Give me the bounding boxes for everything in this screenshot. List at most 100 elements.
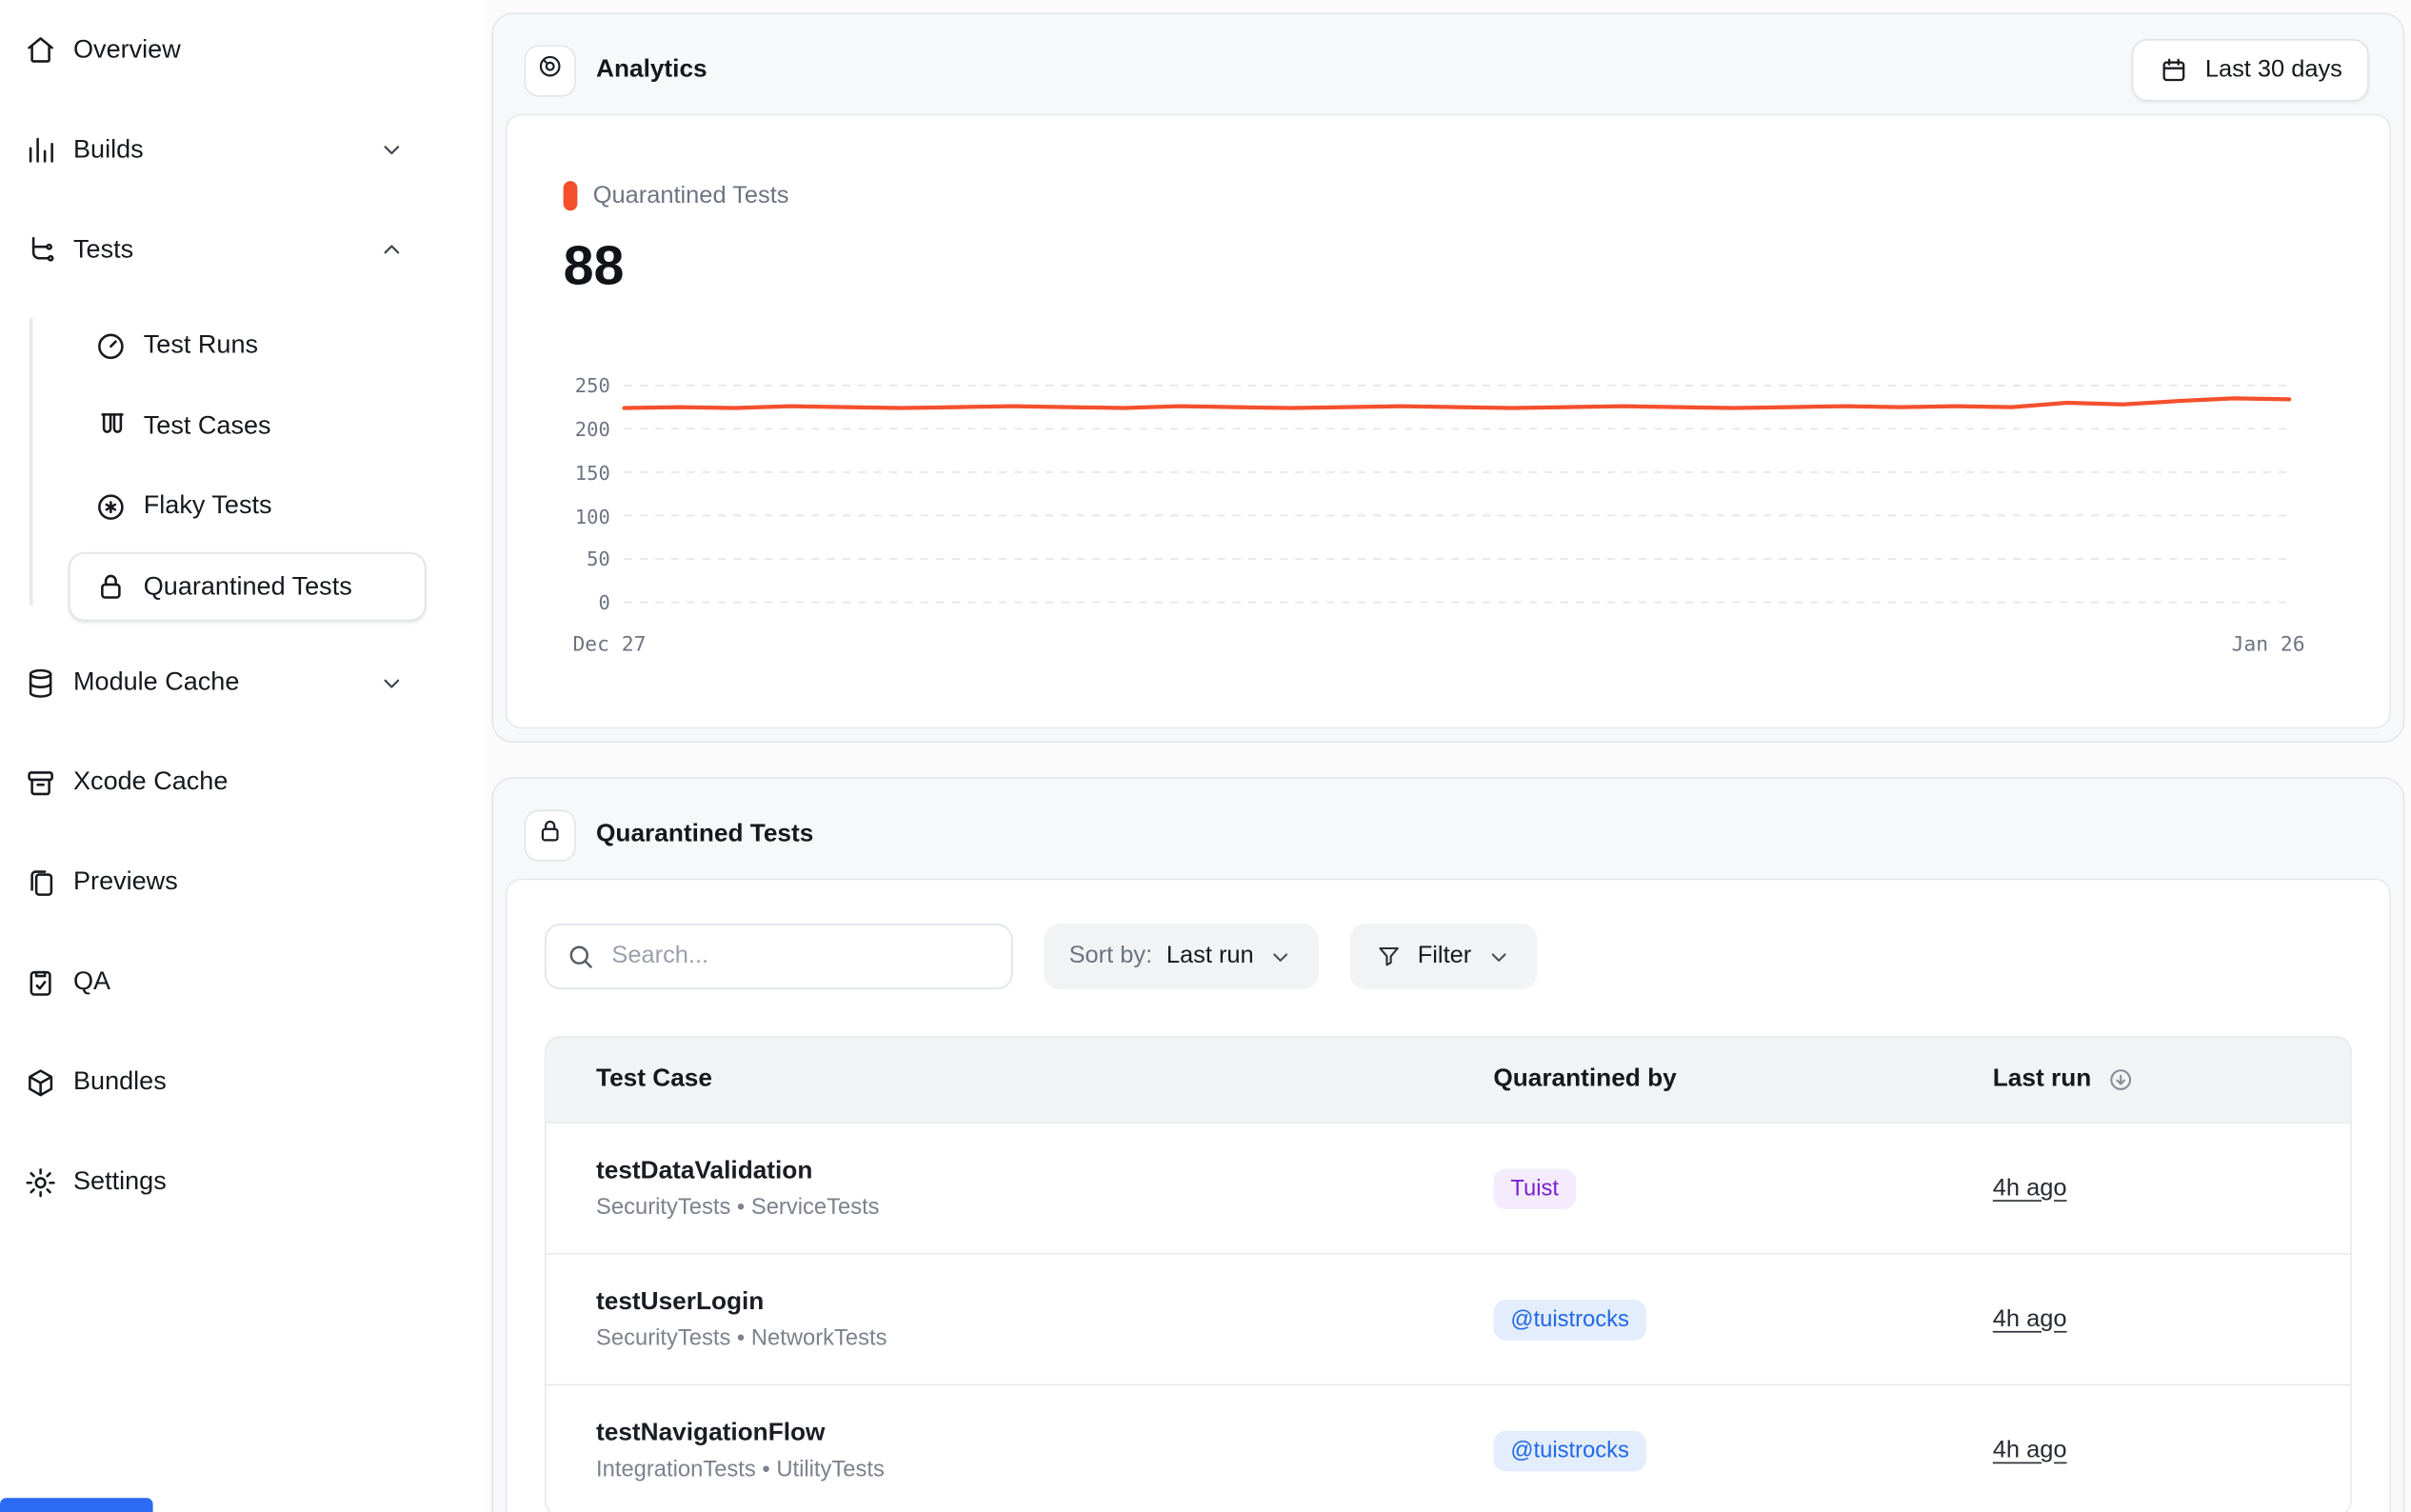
table-row[interactable]: testNavigationFlowIntegrationTests • Uti…: [547, 1384, 2350, 1512]
cell-last-run: 4h ago: [1943, 1305, 2350, 1333]
filter-button[interactable]: Filter: [1350, 924, 1537, 989]
home-icon: [22, 31, 59, 69]
column-quarantined-by[interactable]: Quarantined by: [1444, 1065, 1943, 1093]
last-run-link[interactable]: 4h ago: [1993, 1174, 2067, 1201]
analytics-icon: [535, 51, 565, 89]
sidebar-item-label: Overview: [73, 35, 406, 65]
sidebar-item-label: Quarantined Tests: [144, 572, 425, 602]
gauge-icon: [92, 327, 130, 364]
quarantined-panel: Sort by: Last run Filter Test Case Quara…: [506, 879, 2391, 1512]
date-range-button[interactable]: Last 30 days: [2132, 39, 2369, 102]
y-tick-label: 50: [587, 547, 610, 571]
cell-last-run: 4h ago: [1943, 1174, 2350, 1202]
quarantined-card-header: Quarantined Tests: [506, 791, 2391, 879]
sort-descending-icon: [2107, 1065, 2135, 1093]
sidebar-item-test-runs[interactable]: Test Runs: [69, 311, 426, 380]
sidebar-item-qa[interactable]: QA: [0, 932, 484, 1032]
legend-marker: [564, 181, 578, 210]
search-icon: [565, 941, 596, 972]
chart-y-axis: 250200150100500: [564, 386, 610, 603]
analytics-card-header: Analytics Last 30 days: [506, 27, 2391, 114]
sort-by-button[interactable]: Sort by: Last run: [1044, 924, 1319, 989]
sidebar-item-tests[interactable]: Tests: [0, 200, 484, 300]
last-run-link[interactable]: 4h ago: [1993, 1437, 2067, 1463]
analytics-panel: Quarantined Tests 88 250200150100500 Dec…: [506, 114, 2391, 729]
chart-grid: [625, 386, 2290, 603]
table-row[interactable]: testDataValidationSecurityTests • Servic…: [547, 1122, 2350, 1253]
archive-icon: [22, 764, 59, 801]
column-last-run[interactable]: Last run: [1943, 1065, 2350, 1093]
y-tick-label: 250: [575, 374, 610, 398]
cell-test-case: testDataValidationSecurityTests • Servic…: [547, 1157, 1444, 1220]
cell-quarantined-by: @tuistrocks: [1444, 1299, 1943, 1340]
analytics-card: Analytics Last 30 days Quarantined Tests…: [491, 12, 2404, 743]
test-case-name: testNavigationFlow: [596, 1420, 1444, 1447]
chevron-down-icon: [378, 136, 406, 164]
sidebar-item-bundles[interactable]: Bundles: [0, 1032, 484, 1132]
last-run-link[interactable]: 4h ago: [1993, 1305, 2067, 1332]
filter-label: Filter: [1418, 943, 1471, 970]
chart-line: [625, 399, 2290, 408]
chart-x-axis: Dec 27 Jan 26: [572, 634, 2304, 658]
quarantined-card-title: Quarantined Tests: [596, 821, 813, 848]
filter-icon: [1376, 943, 1404, 970]
test-case-name: testUserLogin: [596, 1288, 1444, 1316]
chevron-down-icon: [378, 668, 406, 696]
chevron-down-icon: [1267, 944, 1294, 970]
quarantined-tests-card: Quarantined Tests Sort by: Last run: [491, 777, 2404, 1512]
cell-test-case: testNavigationFlowIntegrationTests • Uti…: [547, 1420, 1444, 1482]
sidebar-item-builds[interactable]: Builds: [0, 100, 484, 200]
analytics-card-title: Analytics: [596, 56, 707, 84]
y-tick-label: 100: [575, 505, 610, 528]
flaky-asterisk-icon: [92, 487, 130, 525]
clipboard-check-icon: [22, 964, 59, 1001]
sidebar-item-label: Bundles: [73, 1067, 406, 1097]
app: Overview Builds Tests Test Runs Te: [0, 0, 2411, 1512]
quarantined-by-badge: Tuist: [1493, 1168, 1576, 1209]
test-case-suites: SecurityTests • ServiceTests: [596, 1195, 1444, 1220]
sort-by-value: Last run: [1166, 943, 1254, 970]
chevron-down-icon: [1485, 944, 1512, 970]
table-controls: Sort by: Last run Filter: [545, 924, 2352, 989]
column-test-case[interactable]: Test Case: [547, 1065, 1444, 1093]
sidebar: Overview Builds Tests Test Runs Te: [0, 0, 484, 1512]
database-icon: [22, 664, 59, 701]
package-icon: [22, 1064, 59, 1101]
sidebar-item-label: Flaky Tests: [144, 491, 425, 521]
chevron-up-icon: [378, 235, 406, 263]
main-content: Analytics Last 30 days Quarantined Tests…: [484, 0, 2411, 1512]
sidebar-item-label: Settings: [73, 1167, 406, 1197]
cell-test-case: testUserLoginSecurityTests • NetworkTest…: [547, 1288, 1444, 1351]
x-tick-start: Dec 27: [572, 634, 646, 658]
sidebar-item-label: Previews: [73, 867, 406, 897]
y-tick-label: 200: [575, 417, 610, 441]
search-input[interactable]: [611, 943, 992, 970]
sidebar-item-module-cache[interactable]: Module Cache: [0, 633, 484, 733]
quarantined-by-badge: @tuistrocks: [1493, 1430, 1646, 1471]
device-preview-icon: [22, 864, 59, 901]
chart-legend: Quarantined Tests: [564, 181, 2327, 210]
tests-tree-icon: [22, 231, 59, 269]
sidebar-item-label: Builds: [73, 135, 364, 165]
sidebar-item-flaky-tests[interactable]: Flaky Tests: [69, 472, 426, 541]
sidebar-item-settings[interactable]: Settings: [0, 1132, 484, 1232]
lock-icon-chip: [525, 809, 576, 861]
cell-last-run: 4h ago: [1943, 1437, 2350, 1464]
sidebar-item-label: Test Runs: [144, 330, 425, 360]
sidebar-item-label: Xcode Cache: [73, 767, 406, 797]
sidebar-item-previews[interactable]: Previews: [0, 832, 484, 932]
x-tick-end: Jan 26: [2232, 634, 2305, 658]
sidebar-item-xcode-cache[interactable]: Xcode Cache: [0, 732, 484, 832]
quarantined-tests-table: Test Case Quarantined by Last run testDa…: [545, 1036, 2352, 1512]
test-tubes-icon: [92, 408, 130, 445]
sidebar-item-label: Module Cache: [73, 667, 364, 697]
sidebar-item-test-cases[interactable]: Test Cases: [69, 391, 426, 460]
sidebar-item-quarantined-tests[interactable]: Quarantined Tests: [69, 552, 426, 621]
bottom-left-partial-element[interactable]: [0, 1498, 153, 1512]
search-box[interactable]: [545, 924, 1013, 989]
sidebar-item-overview[interactable]: Overview: [0, 0, 484, 100]
table-body: testDataValidationSecurityTests • Servic…: [547, 1122, 2350, 1512]
table-row[interactable]: testUserLoginSecurityTests • NetworkTest…: [547, 1253, 2350, 1384]
calendar-icon: [2159, 54, 2190, 86]
quarantined-by-badge: @tuistrocks: [1493, 1299, 1646, 1340]
